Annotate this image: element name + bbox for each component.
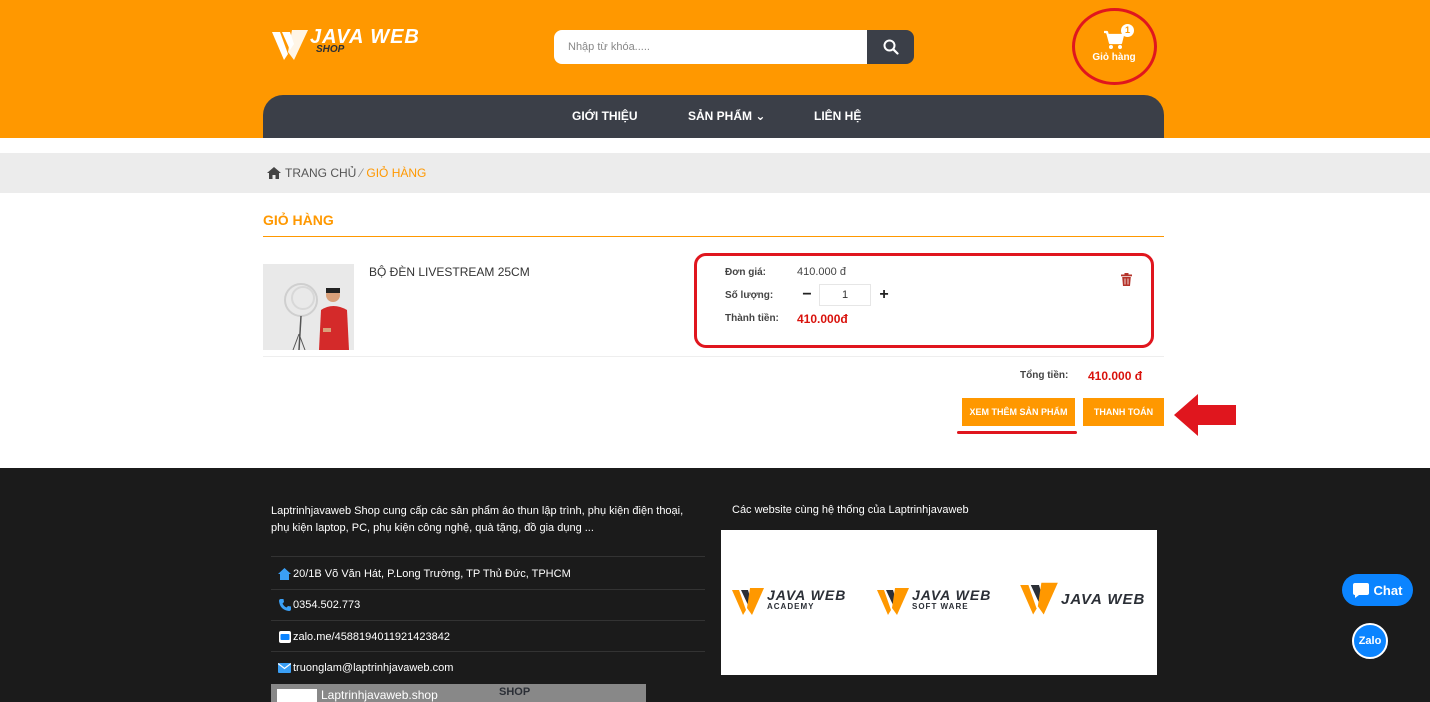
- search-icon: [883, 39, 899, 55]
- remove-item-button[interactable]: [1121, 273, 1132, 289]
- footer-divider: [271, 620, 705, 621]
- unit-price-label: Đơn giá:: [725, 267, 766, 278]
- breadcrumb-home[interactable]: TRANG CHỦ: [285, 166, 356, 180]
- footer-address-text: 20/1B Võ Văn Hát, P.Long Trường, TP Thủ …: [293, 567, 571, 580]
- partner-name: JAVA WEB: [912, 587, 992, 603]
- underline-annotation: [957, 431, 1077, 434]
- logo-mark-icon: [1020, 582, 1058, 615]
- breadcrumb-separator: ⁄: [360, 166, 363, 180]
- quantity-increase-button[interactable]: +: [874, 284, 894, 306]
- footer-intro: Laptrinhjavaweb Shop cung cấp các sản ph…: [271, 505, 684, 534]
- partner-main[interactable]: JAVA WEB: [1019, 580, 1155, 616]
- zalo-button[interactable]: Zalo: [1352, 623, 1388, 659]
- chat-bubble-icon: [1352, 582, 1369, 598]
- unit-price-value: 410.000 đ: [797, 266, 846, 278]
- breadcrumb: TRANG CHỦ ⁄ GIỎ HÀNG: [267, 166, 426, 180]
- breadcrumb-bar: TRANG CHỦ ⁄ GIỎ HÀNG: [0, 153, 1430, 193]
- logo-mark-icon: [272, 30, 308, 60]
- partner-sub: SOFT WARE: [912, 602, 969, 611]
- cart-highlight-annotation: [1072, 8, 1157, 85]
- quantity-input[interactable]: 1: [819, 284, 871, 306]
- site-header: JAVA WEB SHOP 1 Giỏ hàng GIỚI THIỆU SẢN …: [0, 0, 1430, 138]
- home-icon: [267, 167, 281, 179]
- partner-academy[interactable]: JAVA WEB ACADEMY: [731, 584, 861, 620]
- page-title: GIỎ HÀNG: [263, 212, 334, 228]
- footer-phone-text[interactable]: 0354.502.773: [293, 599, 360, 611]
- video-channel-thumb: [277, 689, 317, 702]
- footer-email-text[interactable]: truonglam@laptrinhjavaweb.com: [293, 662, 453, 674]
- footer-divider: [271, 589, 705, 590]
- view-more-products-button[interactable]: XEM THÊM SẢN PHẨM: [962, 398, 1075, 426]
- chat-label: Chat: [1373, 582, 1403, 598]
- footer-divider: [271, 651, 705, 652]
- nav-item-about[interactable]: GIỚI THIỆU: [572, 109, 638, 123]
- partner-name: JAVA WEB: [767, 587, 847, 603]
- quantity-stepper: − 1 +: [797, 284, 894, 306]
- trash-icon: [1121, 273, 1132, 286]
- mail-icon: [278, 661, 291, 674]
- chat-button[interactable]: Chat: [1342, 574, 1413, 606]
- checkout-button[interactable]: THANH TOÁN: [1083, 398, 1164, 426]
- phone-icon: [278, 598, 291, 611]
- video-logo-text: SHOP: [499, 686, 531, 698]
- video-title[interactable]: Laptrinhjavaweb.shop: [321, 688, 438, 702]
- footer-divider: [271, 556, 705, 557]
- site-logo[interactable]: JAVA WEB SHOP: [270, 26, 440, 66]
- arrow-annotation-icon: [1174, 394, 1236, 436]
- partner-sub: ACADEMY: [767, 602, 815, 611]
- nav-item-contact[interactable]: LIÊN HỆ: [814, 109, 861, 123]
- row-divider: [263, 356, 1164, 357]
- quantity-label: Số lượng:: [725, 290, 774, 301]
- product-image[interactable]: [263, 264, 354, 350]
- total-label: Tổng tiền:: [1020, 370, 1069, 381]
- partner-software[interactable]: JAVA WEB SOFT WARE: [876, 584, 1006, 620]
- home-icon: [278, 567, 291, 580]
- title-divider: [263, 236, 1164, 237]
- logo-subtext: SHOP: [316, 44, 345, 55]
- total-value: 410.000 đ: [1088, 369, 1143, 383]
- footer-email[interactable]: truonglam@laptrinhjavaweb.com: [278, 661, 453, 674]
- product-name[interactable]: BỘ ĐÈN LIVESTREAM 25CM: [369, 265, 530, 279]
- footer-address: 20/1B Võ Văn Hát, P.Long Trường, TP Thủ …: [278, 567, 571, 580]
- search-input[interactable]: [554, 30, 868, 64]
- logo-mark-icon: [732, 588, 764, 615]
- zalo-label: Zalo: [1358, 635, 1382, 647]
- search-button[interactable]: [867, 30, 914, 64]
- footer-zalo[interactable]: zalo.me/4588194011921423842: [278, 630, 450, 643]
- subtotal-value: 410.000đ: [797, 312, 848, 326]
- main-nav: GIỚI THIỆU SẢN PHẨM ⌄ LIÊN HỆ: [263, 95, 1164, 138]
- footer-zalo-text[interactable]: zalo.me/4588194011921423842: [293, 631, 450, 643]
- quantity-decrease-button[interactable]: −: [797, 284, 817, 306]
- product-photo: [263, 264, 354, 350]
- logo-mark-icon: [877, 588, 909, 615]
- site-footer: [0, 468, 1430, 702]
- search-bar: [554, 30, 914, 64]
- subtotal-label: Thành tiền:: [725, 313, 779, 324]
- nav-item-products[interactable]: SẢN PHẨM ⌄: [688, 109, 765, 123]
- partner-name: JAVA WEB: [1061, 591, 1146, 608]
- video-embed[interactable]: Laptrinhjavaweb.shop SHOP: [271, 684, 646, 702]
- footer-phone[interactable]: 0354.502.773: [278, 598, 360, 611]
- zalo-icon: [278, 630, 291, 643]
- partners-banner: JAVA WEB ACADEMY JAVA WEB SOFT WARE JAVA…: [721, 530, 1157, 675]
- partners-title: Các website cùng hệ thống của Laptrinhja…: [732, 504, 969, 516]
- breadcrumb-current: GIỎ HÀNG: [366, 166, 427, 180]
